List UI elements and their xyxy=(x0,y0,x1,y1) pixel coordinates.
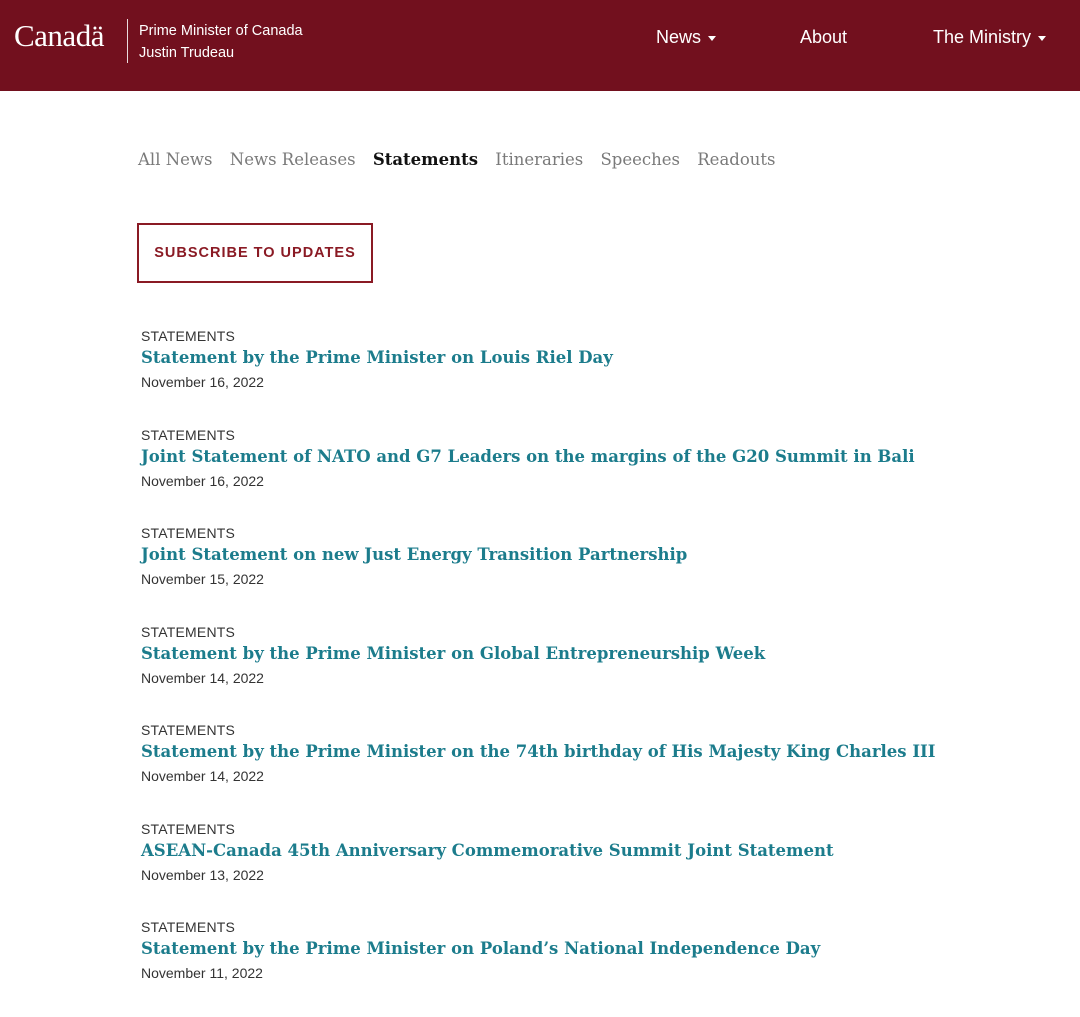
item-date: November 13, 2022 xyxy=(141,866,264,883)
main-nav: News About The Ministry xyxy=(0,25,1080,51)
item-title-link[interactable]: ASEAN-Canada 45th Anniversary Commemorat… xyxy=(141,838,1060,864)
item-category: STATEMENTS xyxy=(141,525,236,541)
item-date: November 15, 2022 xyxy=(141,571,264,587)
list-item: STATEMENTS Joint Statement of NATO and G… xyxy=(141,426,1060,525)
news-category-tabs: All News News Releases Statements Itiner… xyxy=(138,147,788,173)
list-item: STATEMENTS Statement by the Prime Minist… xyxy=(141,918,1060,1017)
list-item: STATEMENTS Statement by the Prime Minist… xyxy=(141,721,1060,820)
item-date: November 14, 2022 xyxy=(141,768,264,784)
list-item: STATEMENTS ASEAN-Canada 45th Anniversary… xyxy=(141,820,1060,919)
site-header: Canadä Prime Minister of Canada Justin T… xyxy=(0,0,1080,91)
tab-statements[interactable]: Statements xyxy=(373,150,478,169)
item-category: STATEMENTS xyxy=(141,623,236,640)
item-category: STATEMENTS xyxy=(141,328,236,344)
tab-news-releases[interactable]: News Releases xyxy=(230,150,356,169)
item-title-link[interactable]: Statement by the Prime Minister on Polan… xyxy=(141,936,1060,962)
statements-list: STATEMENTS Statement by the Prime Minist… xyxy=(141,327,1060,1017)
item-date: November 11, 2022 xyxy=(141,965,263,981)
caret-down-icon xyxy=(1038,35,1047,41)
nav-the-ministry[interactable]: The Ministry xyxy=(933,25,1047,49)
item-category: STATEMENTS xyxy=(141,722,236,738)
item-date: November 16, 2022 xyxy=(141,472,264,489)
item-title-link[interactable]: Statement by the Prime Minister on the 7… xyxy=(141,739,1060,765)
tab-speeches[interactable]: Speeches xyxy=(601,150,681,169)
nav-news[interactable]: News xyxy=(656,25,717,49)
item-date: November 14, 2022 xyxy=(141,669,264,686)
caret-down-icon xyxy=(708,35,717,41)
item-category: STATEMENTS xyxy=(141,426,236,443)
item-date: November 16, 2022 xyxy=(141,374,264,390)
list-item: STATEMENTS Statement by the Prime Minist… xyxy=(141,623,1060,722)
item-title-link[interactable]: Statement by the Prime Minister on Globa… xyxy=(141,641,1060,667)
nav-about-label: About xyxy=(800,27,848,47)
item-title-link[interactable]: Joint Statement of NATO and G7 Leaders o… xyxy=(141,444,1060,470)
list-item: STATEMENTS Statement by the Prime Minist… xyxy=(141,327,1060,426)
nav-news-label: News xyxy=(656,27,702,47)
subscribe-button[interactable]: SUBSCRIBE TO UPDATES xyxy=(137,223,373,283)
tab-itineraries[interactable]: Itineraries xyxy=(495,150,583,169)
item-category: STATEMENTS xyxy=(141,919,236,935)
item-title-link[interactable]: Joint Statement on new Just Energy Trans… xyxy=(141,542,1060,568)
item-title-link[interactable]: Statement by the Prime Minister on Louis… xyxy=(141,345,1060,371)
item-category: STATEMENTS xyxy=(141,820,236,837)
list-item: STATEMENTS Joint Statement on new Just E… xyxy=(141,524,1060,623)
tab-readouts[interactable]: Readouts xyxy=(697,150,775,169)
nav-about[interactable]: About xyxy=(800,25,847,49)
nav-ministry-label: The Ministry xyxy=(933,27,1032,47)
tab-all-news[interactable]: All News xyxy=(138,150,213,169)
